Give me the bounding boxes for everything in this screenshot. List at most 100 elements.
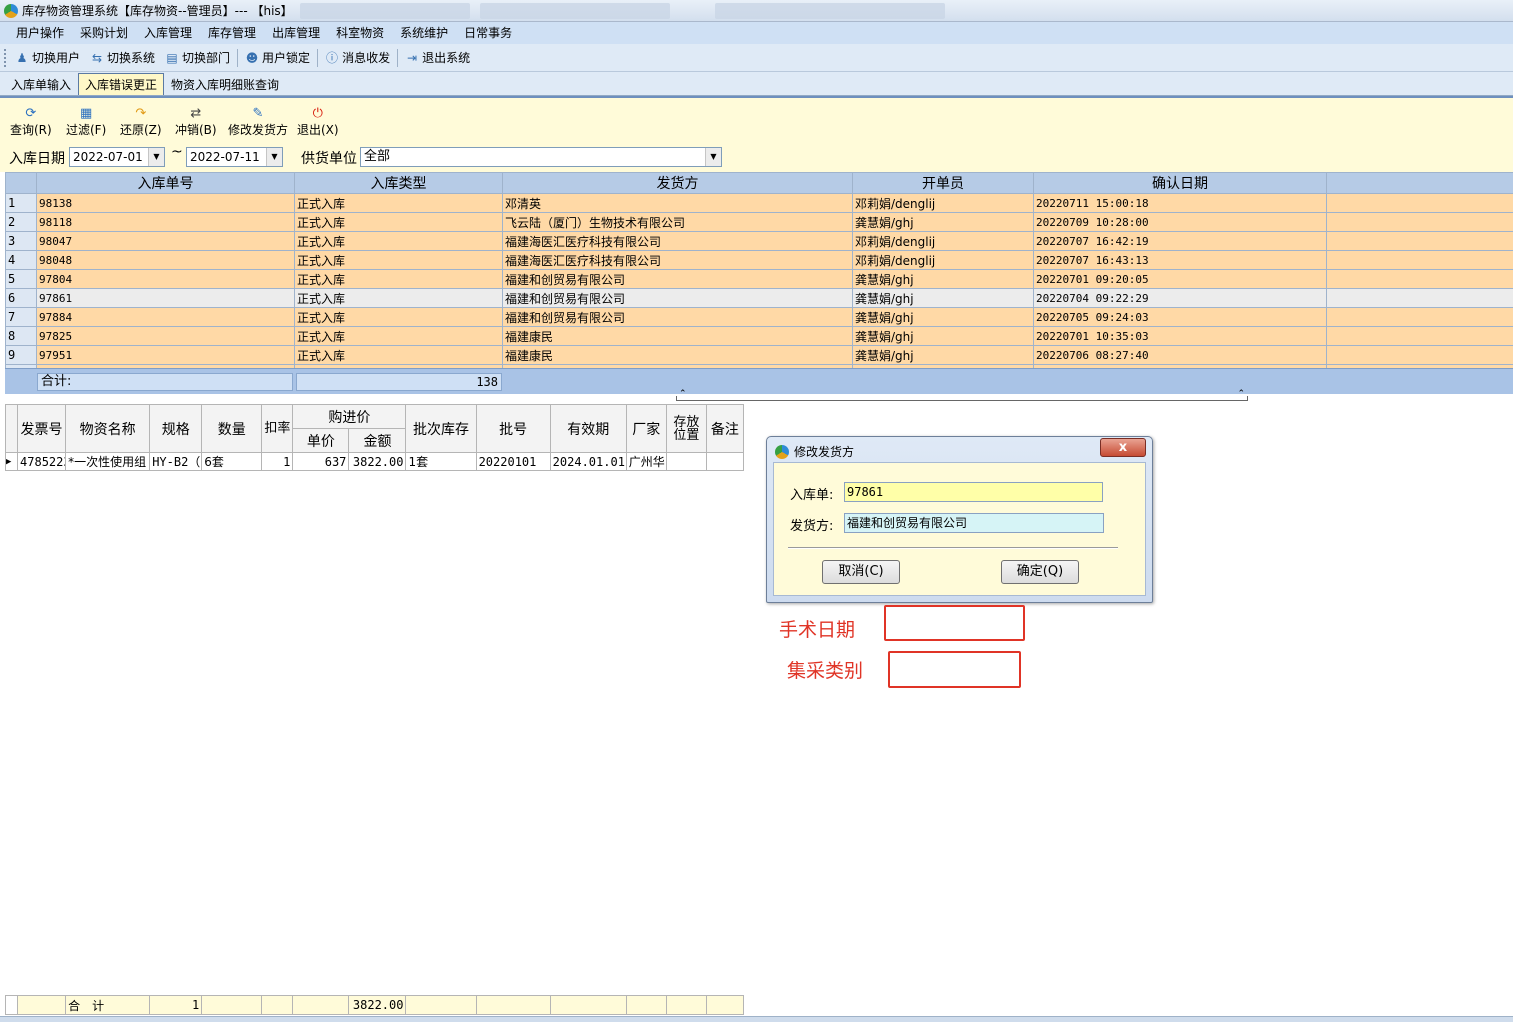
table-row[interactable]: 1 98138 正式入库 邓清英 邓莉娟/denglij 20220711 15:00:1… [5,193,1513,213]
cell-creator[interactable]: 龚慧娟/ghj [852,345,1034,365]
cell-batch-no[interactable]: 20220101 [475,452,551,471]
cell-order-type[interactable]: 正式入库 [294,269,503,289]
cell-sender[interactable]: 邓清英 [502,193,853,213]
cell-expiry[interactable]: 2024.01.01 [549,452,627,471]
col-batch-no[interactable]: 批号 [475,404,551,453]
cell-confirm-date[interactable]: 20220709 10:28:00 [1033,212,1327,232]
cell-location[interactable] [665,452,707,471]
menu-purchase-plan[interactable]: 采购计划 [72,22,136,44]
cell-confirm-date[interactable]: 20220701 10:35:03 [1033,326,1327,346]
sender-field[interactable]: 福建和创贸易有限公司 [844,513,1104,533]
row-number[interactable]: 1 [5,193,37,213]
cell-manufacturer[interactable]: 广州华 [625,452,667,471]
cell-sender[interactable]: 福建和创贸易有限公司 [502,269,853,289]
cell-order-type[interactable]: 正式入库 [294,288,503,308]
filter-button[interactable]: ▦ 过滤(F) [66,106,106,137]
menu-user-ops[interactable]: 用户操作 [8,22,72,44]
col-quantity[interactable]: 数量 [201,404,263,453]
row-number[interactable]: 2 [5,212,37,232]
tab-inbound-ledger[interactable]: 物资入库明细账查询 [164,73,286,95]
messages-button[interactable]: ⓘ 消息收发 [320,47,395,69]
cell-confirm-date[interactable]: 20220711 15:00:18 [1033,193,1327,213]
dropdown-arrow-icon[interactable]: ▼ [148,148,164,166]
cell-order-type[interactable]: 正式入库 [294,250,503,270]
cell-sender[interactable]: 福建海医汇医疗科技有限公司 [502,250,853,270]
cell-order-no[interactable]: 97884 [36,307,295,327]
switch-system-button[interactable]: ⇆ 切换系统 [85,47,160,69]
cell-quantity[interactable]: 6套 [201,452,263,471]
table-row[interactable]: 9 97951 正式入库 福建康民 龚慧娟/ghj 20220706 08:27:40 [5,345,1513,365]
cell-creator[interactable]: 邓莉娟/denglij [852,193,1034,213]
row-number[interactable]: 9 [5,345,37,365]
cell-remark[interactable] [1326,212,1513,232]
table-row[interactable]: 3 98047 正式入库 福建海医汇医疗科技有限公司 邓莉娟/denglij 202207… [5,231,1513,251]
menu-dept-materials[interactable]: 科室物资 [328,22,392,44]
cell-confirm-date[interactable]: 20220706 08:27:40 [1033,345,1327,365]
chevron-up-icon[interactable]: ⌃ [679,389,687,399]
col-remark[interactable]: 备 [1326,172,1513,194]
cell-remark[interactable] [1326,307,1513,327]
col-batch-stock[interactable]: 批次库存 [405,404,477,453]
row-number[interactable]: 5 [5,269,37,289]
cell-sender[interactable]: 福建和创贸易有限公司 [502,288,853,308]
cell-order-no[interactable]: 98138 [36,193,295,213]
cell-order-no[interactable]: 97825 [36,326,295,346]
table-row[interactable]: ▶ 4785223 *一次性使用组 HY-B2（ 6套 1 637 3822.0… [5,452,745,471]
cancel-button[interactable]: 取消(C) [822,560,900,584]
row-number[interactable]: 4 [5,250,37,270]
table-row[interactable]: 5 97804 正式入库 福建和创贸易有限公司 龚慧娟/ghj 20220701 09:2… [5,269,1513,289]
cell-remark[interactable] [1326,269,1513,289]
tab-inbound-correction[interactable]: 入库错误更正 [78,73,165,95]
order-number-field[interactable]: 97861 [844,482,1103,502]
restore-button[interactable]: ↷ 还原(Z) [120,106,162,137]
row-number[interactable]: 3 [5,231,37,251]
cell-spec[interactable]: HY-B2（ [149,452,203,471]
lock-user-button[interactable]: ☻ 用户锁定 [240,47,315,69]
cell-remark[interactable] [1326,326,1513,346]
cell-confirm-date[interactable]: 20220704 09:22:29 [1033,288,1327,308]
date-from-picker[interactable]: 2022-07-01 ▼ [69,147,165,167]
dropdown-arrow-icon[interactable]: ▼ [705,148,721,166]
menu-daily[interactable]: 日常事务 [456,22,520,44]
dropdown-arrow-icon[interactable]: ▼ [266,148,282,166]
col-order-no[interactable]: 入库单号 [36,172,295,194]
cell-creator[interactable]: 龚慧娟/ghj [852,269,1034,289]
cell-item-name[interactable]: *一次性使用组 [65,452,151,471]
row-number[interactable]: 6 [5,288,37,308]
cell-order-type[interactable]: 正式入库 [294,231,503,251]
exit-button[interactable]: ⏻ 退出(X) [297,106,339,137]
cell-remark[interactable] [1326,231,1513,251]
cell-remark[interactable] [1326,250,1513,270]
col-invoice[interactable]: 发票号 [17,404,67,453]
splitter[interactable]: ⌃ ⌃ [0,389,1513,404]
col-expiry[interactable]: 有效期 [549,404,627,453]
col-remark[interactable]: 备注 [705,404,745,453]
switch-user-button[interactable]: ♟ 切换用户 [10,47,85,69]
cell-order-type[interactable]: 正式入库 [294,193,503,213]
col-creator[interactable]: 开单员 [852,172,1034,194]
row-number[interactable]: 8 [5,326,37,346]
cell-order-no[interactable]: 98048 [36,250,295,270]
cell-order-no[interactable]: 98118 [36,212,295,232]
col-purchase-price[interactable]: 购进价 [292,404,407,429]
menu-inbound[interactable]: 入库管理 [136,22,200,44]
reverse-button[interactable]: ⇄ 冲销(B) [175,106,217,137]
cell-amount[interactable]: 3822.00 [348,452,407,471]
col-discount-rate[interactable]: 扣率 [261,404,294,453]
cell-batch-stock[interactable]: 1套 [405,452,477,471]
cell-remark[interactable] [705,452,745,471]
cell-remark[interactable] [1326,288,1513,308]
cell-confirm-date[interactable]: 20220705 09:24:03 [1033,307,1327,327]
cell-order-no[interactable]: 98047 [36,231,295,251]
col-amount[interactable]: 金额 [348,428,407,453]
cell-invoice[interactable]: 4785223 [17,452,67,471]
cell-creator[interactable]: 邓莉娟/denglij [852,250,1034,270]
switch-dept-button[interactable]: ▤ 切换部门 [160,47,235,69]
modify-sender-button[interactable]: ✎ 修改发货方 [228,106,288,137]
menu-outbound[interactable]: 出库管理 [264,22,328,44]
cell-sender[interactable]: 福建康民 [502,345,853,365]
query-button[interactable]: ⟳ 查询(R) [10,106,52,137]
ok-button[interactable]: 确定(Q) [1001,560,1079,584]
chevron-up-icon[interactable]: ⌃ [1237,389,1245,399]
cell-order-type[interactable]: 正式入库 [294,307,503,327]
